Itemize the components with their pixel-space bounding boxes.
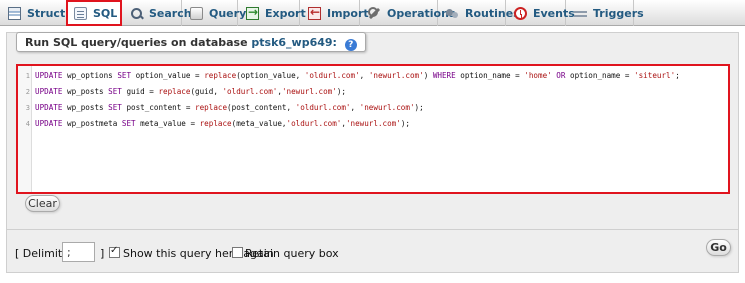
tab-structure[interactable]: Structure: [2, 0, 86, 26]
code-line: 4 UPDATE wp_postmeta SET meta_value = rep…: [18, 116, 728, 132]
query-icon: [190, 6, 203, 20]
tab-search[interactable]: Search: [124, 0, 192, 26]
sql-statement: UPDATE wp_postmeta SET meta_value = repl…: [35, 119, 410, 128]
code-line: 1 UPDATE wp_options SET option_value = re…: [18, 68, 728, 84]
legend-text: Run SQL query/queries on database: [25, 36, 252, 49]
delimiter-input[interactable]: [62, 242, 95, 262]
line-number: 1: [25, 72, 30, 80]
import-icon: [308, 5, 321, 20]
line-number: 2: [25, 88, 30, 96]
line-number: 4: [25, 120, 30, 128]
sql-statement: UPDATE wp_posts SET post_content = repla…: [35, 103, 424, 112]
code-line: 3 UPDATE wp_posts SET post_content = repl…: [18, 100, 728, 116]
tab-operations[interactable]: Operations: [362, 0, 456, 26]
line-number: 3: [25, 104, 30, 112]
tab-query[interactable]: Query: [184, 0, 246, 26]
events-icon: [514, 6, 527, 20]
tab-import[interactable]: Import: [302, 0, 369, 26]
export-icon: [246, 5, 259, 20]
sql-icon: [74, 6, 87, 20]
tab-bar: Structure SQL Search Query Export Import…: [0, 0, 745, 26]
tab-label: SQL: [93, 6, 118, 20]
tab-label: Triggers: [593, 6, 644, 20]
go-button[interactable]: Go: [706, 239, 731, 256]
retain-query-box-label[interactable]: Retain query box: [245, 247, 339, 260]
tab-triggers[interactable]: Triggers: [568, 0, 644, 26]
tab-sql[interactable]: SQL: [66, 0, 122, 26]
sql-statement: UPDATE wp_posts SET guid = replace(guid,…: [35, 87, 346, 96]
retain-query-box-checkbox[interactable]: [232, 247, 243, 258]
sql-statement: UPDATE wp_options SET option_value = rep…: [35, 71, 680, 80]
operations-icon: [368, 6, 381, 20]
database-link[interactable]: ptsk6_wp649:: [251, 36, 337, 49]
tab-label: Export: [265, 6, 306, 20]
structure-icon: [8, 6, 21, 20]
panel-legend: Run SQL query/queries on database ptsk6_…: [16, 32, 366, 52]
routines-icon: [446, 7, 459, 20]
show-query-checkbox[interactable]: [109, 245, 120, 258]
tab-routines[interactable]: Routines: [440, 0, 520, 26]
tab-events[interactable]: Events: [508, 0, 575, 26]
delimiter-close: ]: [100, 247, 105, 260]
triggers-icon: [574, 7, 587, 20]
help-icon[interactable]: ?: [344, 39, 357, 51]
code-line: 2 UPDATE wp_posts SET guid = replace(guid…: [18, 84, 728, 100]
search-icon: [130, 7, 143, 20]
tab-export[interactable]: Export: [240, 0, 306, 26]
code-lines: 1 UPDATE wp_options SET option_value = re…: [18, 68, 728, 132]
sql-editor[interactable]: 1 UPDATE wp_options SET option_value = re…: [16, 64, 730, 194]
clear-button[interactable]: Clear: [25, 195, 60, 212]
